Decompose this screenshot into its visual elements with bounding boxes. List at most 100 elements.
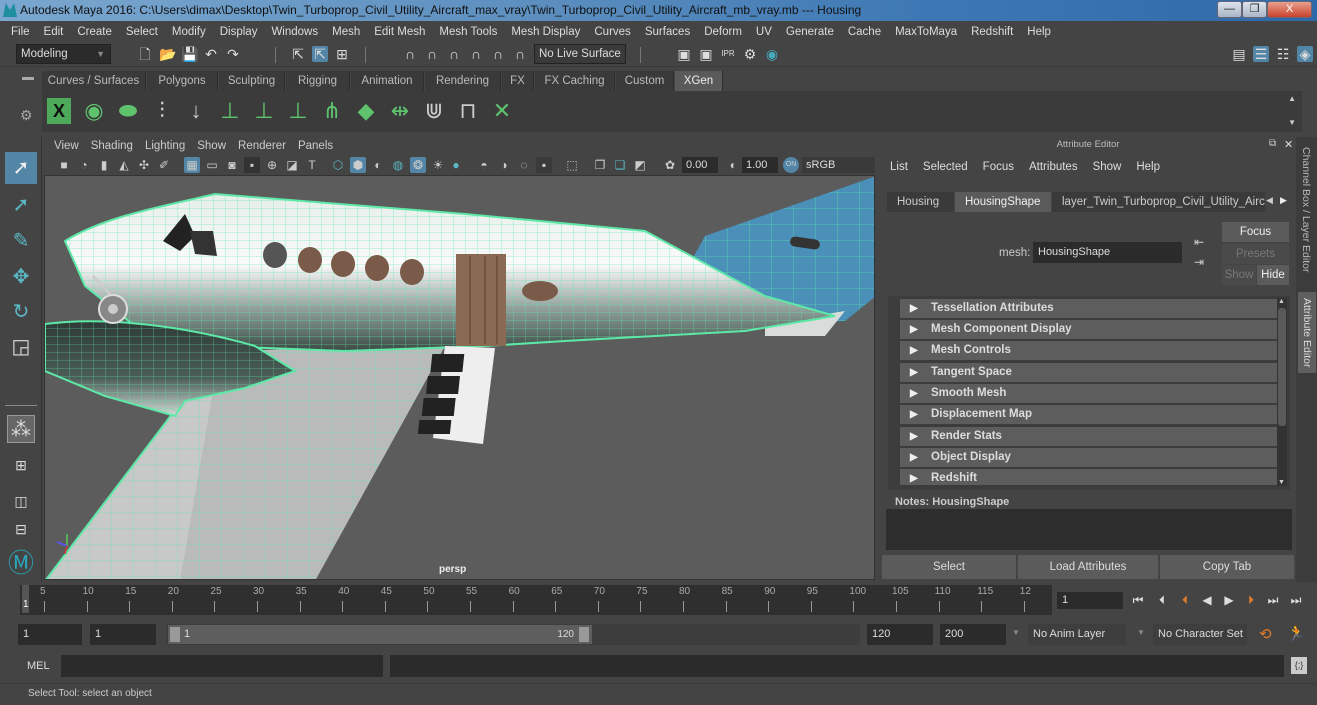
ae-menu-list[interactable]: List: [890, 161, 908, 173]
viewport-persp[interactable]: persp: [44, 175, 875, 580]
xgen-guide-length-icon[interactable]: ⇹: [386, 96, 414, 126]
xray-components-icon[interactable]: ◩: [632, 157, 648, 173]
shelf-tab-animation[interactable]: Animation: [351, 71, 424, 91]
menu-mesh[interactable]: Mesh: [325, 26, 367, 38]
xgen-lock-guide-icon[interactable]: ⊥: [284, 96, 312, 126]
viewport-menu-view[interactable]: View: [48, 140, 85, 152]
maya-home-icon[interactable]: Ⓜ: [5, 547, 37, 579]
playback-start-field[interactable]: 1: [90, 624, 156, 645]
render-frame-icon[interactable]: ▣: [698, 46, 714, 62]
shelf-tab-polygons[interactable]: Polygons: [147, 71, 218, 91]
shelf-tab-xgen[interactable]: XGen: [675, 71, 723, 91]
ae-menu-help[interactable]: Help: [1136, 161, 1160, 173]
menu-deform[interactable]: Deform: [697, 26, 749, 38]
character-set-dropdown[interactable]: No Character Set: [1153, 624, 1247, 645]
shelf-scroll-down-icon[interactable]: ▼: [1288, 118, 1296, 127]
open-scene-icon[interactable]: 📂: [159, 46, 176, 62]
gate-mask-icon[interactable]: ▪: [244, 157, 260, 173]
xgen-clear-preview-icon[interactable]: ⬬: [114, 96, 142, 126]
viewport-menu-renderer[interactable]: Renderer: [232, 140, 292, 152]
menu-cache[interactable]: Cache: [841, 26, 888, 38]
xgen-visibility-guide-icon[interactable]: ⊥: [250, 96, 278, 126]
mode-dropdown[interactable]: Modeling ▼: [16, 44, 111, 64]
menu-generate[interactable]: Generate: [779, 26, 841, 38]
restore-button[interactable]: ❐: [1242, 1, 1267, 18]
viewport-menu-shading[interactable]: Shading: [85, 140, 139, 152]
live-surface-field[interactable]: No Live Surface: [534, 44, 626, 64]
tab-scroll-right-icon[interactable]: ▶: [1280, 195, 1287, 206]
textured-icon[interactable]: ❂: [410, 157, 426, 173]
motion-blur-icon[interactable]: ◑: [496, 157, 512, 173]
xgen-preview-icon[interactable]: ◉: [80, 96, 108, 126]
ae-tab-layer[interactable]: layer_Twin_Turboprop_Civil_Utility_Aircr…: [1052, 192, 1265, 212]
snap-point-icon[interactable]: ∩: [446, 46, 462, 62]
rotate-tool-icon[interactable]: ↻: [5, 296, 37, 328]
camera-attributes-icon[interactable]: ◔: [76, 157, 92, 173]
snap-surface-icon[interactable]: ∩: [490, 46, 506, 62]
range-end-grip[interactable]: [579, 627, 589, 642]
range-start-grip[interactable]: [170, 627, 180, 642]
render-view-icon[interactable]: ▣: [676, 46, 692, 62]
select-component-icon[interactable]: ⊞: [334, 46, 350, 62]
shelf-tab-rigging[interactable]: Rigging: [286, 71, 350, 91]
safe-action-icon[interactable]: ◪: [284, 157, 300, 173]
xray-icon[interactable]: ❐: [592, 157, 608, 173]
attribute-editor-tab[interactable]: Attribute Editor: [1298, 292, 1316, 374]
four-view-layout-icon[interactable]: ⊞: [5, 449, 37, 481]
scrollbar-thumb[interactable]: [1278, 308, 1286, 426]
step-forward-frame-icon[interactable]: ⏭: [1266, 592, 1280, 608]
exposure-field[interactable]: 0.00: [682, 157, 718, 173]
exposure-icon[interactable]: ✿: [662, 157, 678, 173]
color-management-toggle[interactable]: ON: [783, 157, 799, 173]
current-frame-field[interactable]: 1: [1057, 592, 1123, 609]
scale-tool-icon[interactable]: ◲: [5, 331, 37, 363]
tool-settings-icon[interactable]: ☷: [1275, 46, 1291, 62]
go-to-start-icon[interactable]: ⏮: [1131, 592, 1145, 608]
range-slider-handle[interactable]: 1 120: [168, 625, 592, 644]
end-time-field[interactable]: 200: [940, 624, 1006, 645]
mesh-name-field[interactable]: HousingShape: [1033, 242, 1182, 263]
select-hierarchy-icon[interactable]: ⇱: [290, 46, 306, 62]
ae-select-button[interactable]: Select: [882, 555, 1016, 579]
range-slider-track[interactable]: 1 120: [166, 624, 860, 645]
undo-icon[interactable]: ↶: [203, 46, 219, 62]
playback-end-field[interactable]: 120: [867, 624, 933, 645]
section-tangent-space[interactable]: ▶ Tangent Space: [900, 363, 1282, 382]
graph-persp-layout-icon[interactable]: ⊟: [5, 519, 37, 539]
close-button[interactable]: X: [1267, 1, 1312, 18]
snap-curve-icon[interactable]: ∩: [424, 46, 440, 62]
time-slider[interactable]: 1 5 10 15 20 25 30 35 40 45 50 55 60 65 70 75 80 85 90 95 1…: [0, 584, 1317, 616]
resolution-gate-icon[interactable]: ◙: [224, 157, 240, 173]
menu-edit[interactable]: Edit: [37, 26, 71, 38]
lasso-tool-icon[interactable]: ➚: [5, 189, 37, 221]
outliner-persp-layout-icon[interactable]: ◫: [5, 485, 37, 517]
menu-curves[interactable]: Curves: [587, 26, 637, 38]
scroll-up-icon[interactable]: ▲: [1278, 298, 1285, 305]
go-to-end-icon[interactable]: ⏭: [1289, 592, 1303, 608]
menu-create[interactable]: Create: [70, 26, 119, 38]
select-object-icon[interactable]: ⇱: [312, 46, 328, 62]
wireframe-on-shaded-icon[interactable]: ◍: [390, 157, 406, 173]
field-chart-icon[interactable]: ⊕: [264, 157, 280, 173]
wireframe-icon[interactable]: ⬡: [330, 157, 346, 173]
smooth-shade-icon[interactable]: ⬢: [350, 157, 366, 173]
section-tessellation-attributes[interactable]: ▶ Tessellation Attributes: [900, 299, 1282, 318]
shelf-tab-rendering[interactable]: Rendering: [425, 71, 501, 91]
xgen-window-icon[interactable]: X: [47, 98, 71, 124]
ae-menu-attributes[interactable]: Attributes: [1029, 161, 1078, 173]
shelf-tab-custom[interactable]: Custom: [616, 71, 674, 91]
menu-display[interactable]: Display: [213, 26, 265, 38]
image-plane-icon[interactable]: ◭: [116, 157, 132, 173]
section-redshift[interactable]: ▶ Redshift: [900, 469, 1282, 485]
color-space-dropdown[interactable]: sRGB gamma: [802, 157, 875, 187]
hide-button[interactable]: Hide: [1257, 265, 1289, 285]
menu-mesh-display[interactable]: Mesh Display: [504, 26, 587, 38]
ae-tab-housingshape[interactable]: HousingShape: [955, 192, 1051, 212]
anim-layer-dropdown[interactable]: No Anim Layer: [1028, 624, 1126, 645]
use-default-material-icon[interactable]: ◐: [370, 157, 386, 173]
xgen-delete-guide-icon[interactable]: ✕: [488, 96, 516, 126]
step-back-key-icon[interactable]: ⏴: [1178, 592, 1192, 608]
xgen-create-description-icon[interactable]: ⫶: [148, 96, 176, 126]
channel-box-toggle-icon[interactable]: ◈: [1297, 46, 1313, 62]
xgen-sculpt-guides-icon[interactable]: ⋔: [318, 96, 346, 126]
